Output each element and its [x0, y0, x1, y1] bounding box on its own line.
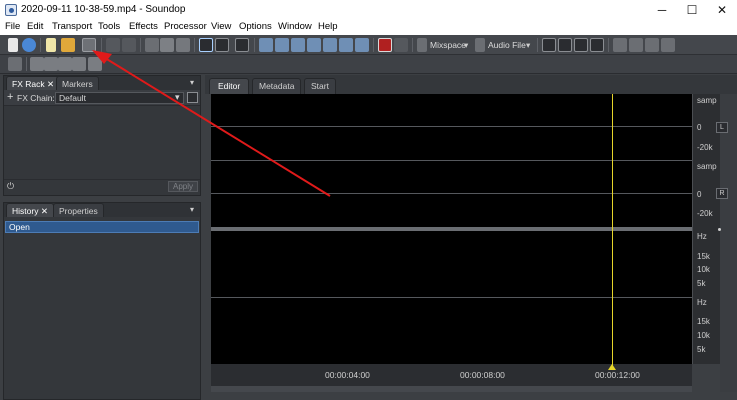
- annotation-arrow-line: [104, 57, 331, 197]
- annotation-arrowhead-icon: [92, 50, 112, 64]
- annotation-arrow: [92, 50, 331, 197]
